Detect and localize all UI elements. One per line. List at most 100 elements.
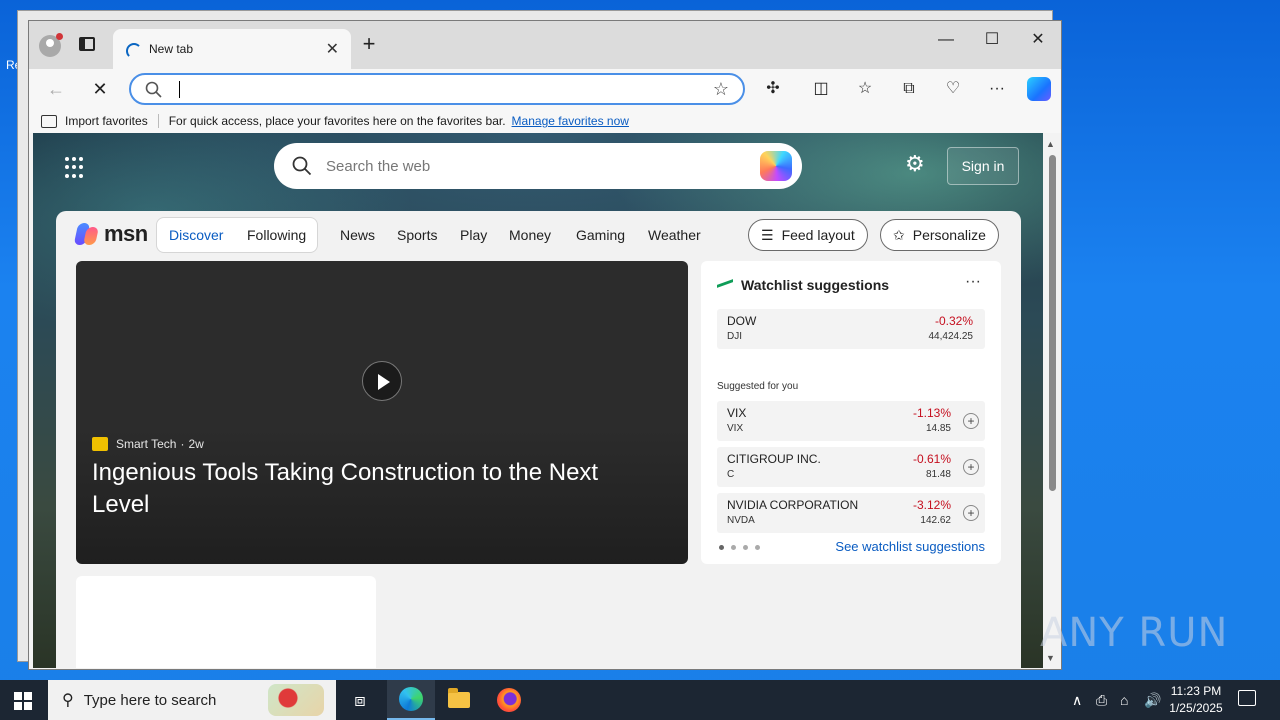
stock-symbol: NVDA (727, 515, 755, 526)
watchlist-title[interactable]: Watchlist suggestions (741, 277, 889, 293)
browser-toolbar: ← ✕ ☆ ✣ ◫ ☆ ⧉ ♡ ··· (29, 69, 1061, 109)
tab-play[interactable]: Play (460, 227, 487, 243)
copilot-icon[interactable] (760, 151, 792, 181)
feed-layout-button[interactable]: ☰ Feed layout (748, 219, 868, 251)
browser-essentials-icon[interactable]: ♡ (941, 77, 965, 101)
web-search-input[interactable] (326, 157, 726, 175)
clock-time: 11:23 PM (1170, 684, 1222, 698)
taskbar-search[interactable]: ⚲ Type here to search (48, 680, 336, 720)
personalize-button[interactable]: ✩ Personalize (880, 219, 999, 251)
notification-icon[interactable] (1238, 690, 1256, 706)
tab-money[interactable]: Money (509, 227, 551, 243)
stock-row-vix[interactable]: VIX VIX -1.13% 14.85 + (717, 401, 985, 441)
stop-loading-button[interactable]: ✕ (87, 76, 113, 102)
show-hidden-icons[interactable]: ∧ (1072, 680, 1082, 720)
collections-icon[interactable]: ⧉ (897, 77, 921, 101)
tab-weather[interactable]: Weather (648, 227, 701, 243)
device-icon[interactable]: ⎙ (1096, 680, 1107, 720)
copilot-icon[interactable] (1027, 77, 1051, 101)
import-icon (41, 114, 57, 128)
stock-change: -0.61% (912, 452, 951, 466)
title-bar: New tab ✕ + — ☐ ✕ (29, 21, 1061, 69)
stock-change: -0.32% (934, 314, 973, 328)
web-search-box[interactable] (274, 143, 802, 189)
tab-sports[interactable]: Sports (397, 227, 437, 243)
separator-dot: · (180, 437, 185, 451)
more-options-icon[interactable]: ··· (965, 273, 981, 291)
edge-taskbar-icon[interactable] (387, 680, 435, 720)
msn-feed: msn Discover Following News Sports Play … (56, 211, 1021, 668)
add-to-watchlist-icon[interactable]: + (963, 413, 979, 429)
system-clock[interactable]: 11:23 PM 1/25/2025 (1166, 683, 1226, 717)
favorites-icon[interactable]: ☆ (853, 77, 877, 101)
tab-discover[interactable]: Discover (169, 227, 223, 243)
carousel-dots[interactable] (719, 545, 760, 550)
tab-news[interactable]: News (340, 227, 375, 243)
msn-logo-icon (76, 223, 100, 245)
network-icon[interactable]: ⌂ (1120, 680, 1128, 720)
profile-avatar-icon[interactable] (39, 33, 63, 57)
address-bar[interactable]: ☆ (129, 73, 745, 105)
scroll-thumb[interactable] (1049, 155, 1056, 491)
sliders-icon: ☰ (761, 226, 774, 243)
hero-article-card[interactable]: Smart Tech · 2w Ingenious Tools Taking C… (76, 261, 688, 564)
source-name: Smart Tech (116, 437, 177, 451)
maximize-button[interactable]: ☐ (969, 25, 1015, 55)
play-video-icon[interactable] (362, 361, 402, 401)
see-watchlist-link[interactable]: See watchlist suggestions (835, 539, 985, 554)
tab-following[interactable]: Following (247, 227, 306, 243)
settings-gear-icon[interactable]: ⚙ (905, 151, 925, 177)
manage-favorites-link[interactable]: Manage favorites now (512, 114, 629, 128)
sign-in-button[interactable]: Sign in (947, 147, 1019, 185)
tab-actions-icon[interactable] (79, 37, 95, 51)
tab-new-tab[interactable]: New tab ✕ (113, 29, 351, 69)
close-window-button[interactable]: ✕ (1015, 25, 1061, 55)
favorite-star-icon[interactable]: ☆ (713, 79, 729, 100)
address-input[interactable] (181, 79, 681, 101)
firefox-icon[interactable] (485, 680, 533, 720)
favorites-bar: Import favorites For quick access, place… (29, 109, 1061, 133)
stock-row-citigroup[interactable]: CITIGROUP INC. C -0.61% 81.48 + (717, 447, 985, 487)
new-tab-button[interactable]: + (359, 33, 379, 55)
back-button[interactable]: ← (43, 76, 69, 102)
stock-symbol: VIX (727, 423, 744, 434)
tab-gaming[interactable]: Gaming (576, 227, 625, 243)
extensions-icon[interactable]: ✣ (761, 77, 785, 101)
taskbar: ⚲ Type here to search ⧈ ∧ ⎙ ⌂ 🔊 11:23 PM… (0, 680, 1280, 720)
browser-window: New tab ✕ + — ☐ ✕ ← ✕ ☆ ✣ ◫ ☆ ⧉ ♡ ··· Im… (28, 20, 1062, 670)
page-scrollbar[interactable]: ▲ ▼ (1044, 133, 1060, 668)
stock-name: VIX (727, 406, 747, 420)
app-launcher-icon[interactable] (65, 157, 87, 179)
watermark-logo: ANY RUN (1040, 610, 1229, 656)
msn-logo-text: msn (104, 221, 148, 246)
volume-icon[interactable]: 🔊 (1144, 680, 1161, 720)
split-screen-icon[interactable]: ◫ (809, 77, 833, 101)
windows-start-icon[interactable] (14, 692, 32, 710)
article-age: 2w (188, 437, 204, 451)
search-icon: ⚲ (62, 692, 74, 709)
add-to-watchlist-icon[interactable]: + (963, 505, 979, 521)
more-menu-icon[interactable]: ··· (985, 77, 1009, 101)
article-source: Smart Tech · 2w (92, 437, 204, 451)
clock-date: 1/25/2025 (1169, 701, 1223, 715)
add-to-watchlist-icon[interactable]: + (963, 459, 979, 475)
stock-name: CITIGROUP INC. (727, 452, 821, 466)
stock-row-dow[interactable]: DOW DJI -0.32% 44,424.25 (717, 309, 985, 349)
stock-price: 142.62 (920, 515, 951, 526)
task-view-icon[interactable]: ⧈ (336, 680, 384, 720)
feed-card[interactable] (76, 576, 376, 668)
file-explorer-icon[interactable] (435, 680, 483, 720)
stock-price: 81.48 (925, 469, 951, 480)
scroll-up-icon[interactable]: ▲ (1046, 139, 1055, 149)
minimize-button[interactable]: — (923, 25, 969, 55)
msn-logo[interactable]: msn (76, 221, 148, 247)
stock-change: -3.12% (912, 498, 951, 512)
stock-name: NVIDIA CORPORATION (727, 498, 859, 512)
search-icon (145, 81, 162, 98)
stock-symbol: DJI (727, 331, 742, 342)
hero-title[interactable]: Ingenious Tools Taking Construction to t… (92, 457, 652, 521)
stock-row-nvidia[interactable]: NVIDIA CORPORATION NVDA -3.12% 142.62 + (717, 493, 985, 533)
close-tab-icon[interactable]: ✕ (326, 39, 339, 59)
suggested-label: Suggested for you (717, 381, 799, 392)
import-favorites-button[interactable]: Import favorites (65, 114, 148, 128)
